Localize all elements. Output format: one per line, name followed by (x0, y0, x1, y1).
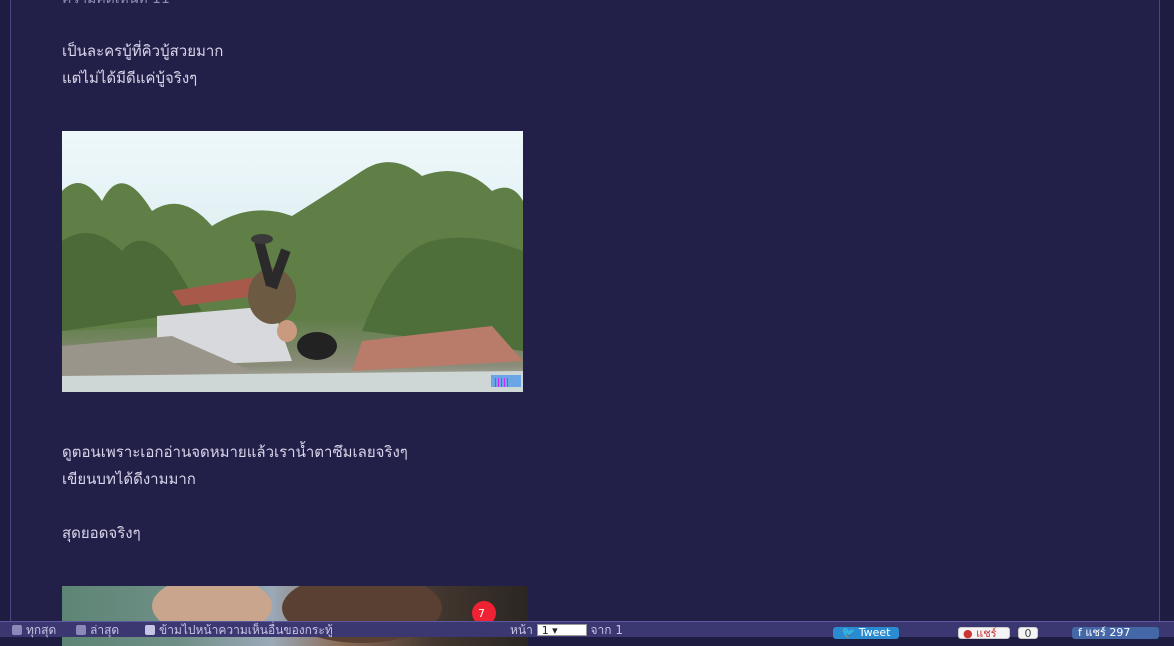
gplus-label: แชร์ (976, 627, 997, 640)
page-select[interactable]: 1 ▾ (536, 624, 587, 637)
page-total-label: จาก 1 (590, 623, 623, 637)
check-latest-option[interactable]: ล่าสุด (76, 624, 119, 637)
gplus-share-button[interactable]: ● แชร์ (958, 627, 1010, 640)
tweet-label: Tweet (858, 626, 891, 639)
action-scene-illustration: ||||| (62, 162, 523, 392)
channel7-scene-illustration: 7 (152, 586, 496, 643)
post-line: เป็นละครบู้ที่คิวบู้สวยมาก (62, 42, 224, 60)
post-paragraph-2: ดูตอนเพราะเอกอ่านจดหมายแล้วเราน้ำตาซึมเล… (62, 439, 408, 493)
post-line: สุดยอดจริงๆ (62, 524, 141, 542)
pagination: หน้า 1 ▾ จาก 1 (510, 624, 623, 637)
checkbox-icon[interactable] (76, 625, 86, 635)
comment-icon (145, 625, 155, 635)
post-line: แต่ไม่ได้มีดีแค่บู้จริงๆ (62, 69, 198, 87)
facebook-share-button[interactable]: f แชร์ 297 (1072, 627, 1159, 639)
post-line: เขียนบทได้ดีงามมาก (62, 470, 196, 488)
bottom-toolbar: ทุกสุด ล่าสุด ข้ามไปหน้าความเห็นอื่นของก… (0, 621, 1174, 640)
channel7-scene-gif: 7 (62, 586, 528, 646)
jump-comments-link[interactable]: ข้ามไปหน้าความเห็นอื่นของกระทู้ (145, 624, 333, 637)
check-latest-label: ล่าสุด (90, 623, 120, 637)
tweet-button[interactable]: 🐦 Tweet (833, 627, 899, 639)
jump-comments-label: ข้ามไปหน้าความเห็นอื่นของกระทู้ (159, 623, 333, 637)
facebook-icon: f (1078, 626, 1082, 639)
action-scene-gif: ||||| (62, 131, 523, 392)
check-all-label: ทุกสุด (26, 623, 57, 637)
post-paragraph-3: สุดยอดจริงๆ (62, 520, 141, 547)
checkbox-icon[interactable] (12, 625, 22, 635)
post-line: ดูตอนเพราะเอกอ่านจดหมายแล้วเราน้ำตาซึมเล… (62, 443, 408, 461)
post-paragraph-1: เป็นละครบู้ที่คิวบู้สวยมาก แต่ไม่ได้มีดี… (62, 38, 223, 92)
gplus-count: 0 (1018, 627, 1038, 640)
gplus-icon: ● (963, 627, 973, 640)
channel7-logo-text: 7 (478, 607, 485, 620)
check-all-option[interactable]: ทุกสุด (12, 624, 56, 637)
twitter-bird-icon: 🐦 (841, 626, 856, 639)
facebook-label: แชร์ 297 (1085, 626, 1131, 639)
comment-heading: ความคิดเห็นที่ 11 (62, 0, 170, 8)
watermark-text: ||||| (494, 378, 509, 388)
page-select-value: 1 (541, 624, 549, 637)
page-label: หน้า (510, 623, 533, 637)
